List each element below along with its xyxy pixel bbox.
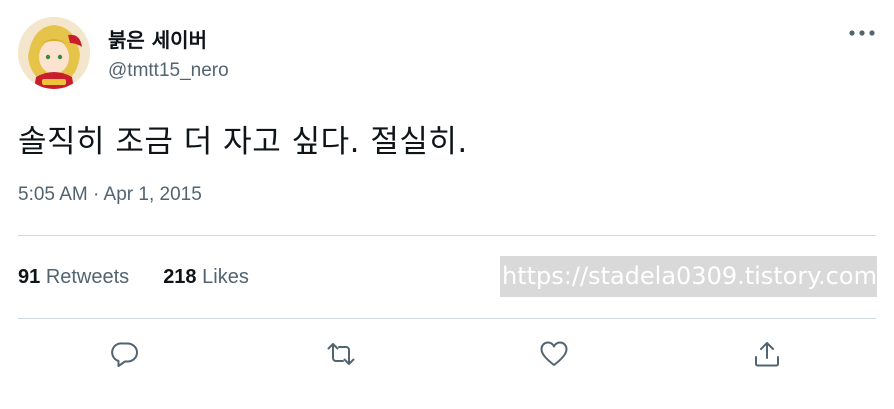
retweets-label: Retweets	[45, 266, 130, 288]
share-icon	[755, 342, 779, 367]
more-dots-icon	[849, 30, 875, 36]
heart-icon	[540, 341, 568, 366]
retweet-button[interactable]	[324, 337, 358, 371]
avatar-image	[18, 17, 90, 89]
divider	[18, 235, 876, 236]
more-options-button[interactable]	[846, 22, 878, 44]
tweet-stats: 91 Retweets 218 Likes	[18, 266, 249, 289]
likes-count: 218	[163, 266, 197, 288]
retweets-count: 91	[18, 266, 41, 288]
divider	[18, 318, 876, 319]
likes-label: Likes	[202, 266, 249, 288]
reply-icon	[111, 342, 138, 367]
watermark: https://stadela0309.tistory.com	[500, 256, 877, 297]
reply-button[interactable]	[108, 337, 142, 371]
display-name[interactable]: 붉은 세이버	[108, 24, 207, 53]
avatar[interactable]	[18, 17, 90, 89]
share-button[interactable]	[750, 337, 784, 371]
user-handle[interactable]: @tmtt15_nero	[108, 60, 229, 82]
retweets-stat[interactable]: 91 Retweets	[18, 266, 129, 289]
tweet-text: 솔직히 조금 더 자고 싶다. 절실히.	[18, 124, 468, 160]
like-button[interactable]	[537, 337, 571, 371]
retweet-icon	[327, 343, 355, 365]
tweet-timestamp[interactable]: 5:05 AM · Apr 1, 2015	[18, 184, 202, 206]
likes-stat[interactable]: 218 Likes	[163, 266, 249, 289]
